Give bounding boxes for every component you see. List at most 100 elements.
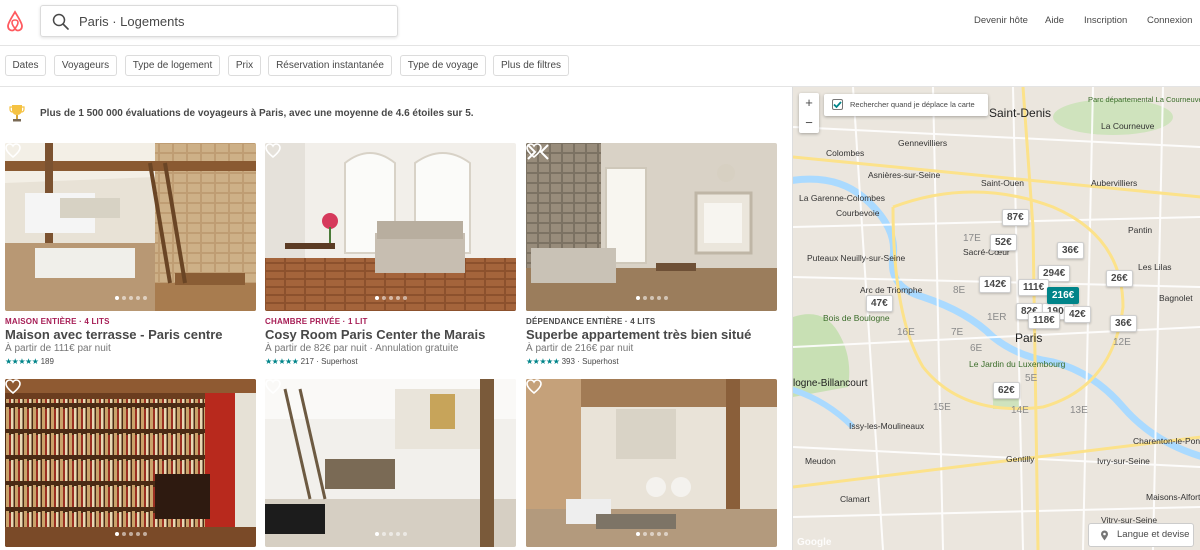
search-bar[interactable]: Paris · Logements <box>40 5 398 37</box>
price-pin[interactable]: 36€ <box>1110 315 1137 332</box>
arrondissement-label: 16E <box>897 327 915 338</box>
filter-dates[interactable]: Dates <box>5 55 46 76</box>
arrondissement-label: 1ER <box>987 312 1007 323</box>
listing-card[interactable]: CHAMBRE PRIVÉE · 1 LIT Cosy Room Paris C… <box>265 143 516 368</box>
zoom-out-button[interactable]: − <box>799 113 819 133</box>
listing-type: DÉPENDANCE ENTIÈRE · 4 LITS <box>526 317 656 326</box>
map-label: Pantin <box>1128 225 1153 235</box>
listing-card[interactable]: DÉPENDANCE ENTIÈRE · 4 LITS Superbe appa… <box>526 143 777 368</box>
price-pin-selected[interactable]: 216€ <box>1047 287 1080 304</box>
map-label: Gentilly <box>1006 454 1035 464</box>
listing-photo[interactable] <box>265 143 516 311</box>
superhost-badge: · Superhost <box>577 357 619 366</box>
listing-photo[interactable] <box>526 143 777 311</box>
photo-carousel-dots[interactable] <box>526 287 777 305</box>
map-label: La Courneuve <box>1101 121 1155 131</box>
listing-price: À partir de 216€ par nuit <box>526 343 634 354</box>
listing-photo[interactable] <box>5 143 256 311</box>
map-label: Saint-Denis <box>989 106 1052 120</box>
price-pin[interactable]: 26€ <box>1106 270 1133 287</box>
arrondissement-label: 7E <box>951 327 964 338</box>
language-currency-label: Langue et devise <box>1117 529 1190 540</box>
price-pin[interactable]: 87€ <box>1002 209 1029 226</box>
map-label: Parc départemental La Courneuve Valbon <box>1088 95 1200 104</box>
map-label: Colombes <box>826 148 865 158</box>
listing-card[interactable] <box>265 379 516 547</box>
listing-photo[interactable] <box>265 379 516 547</box>
arrondissement-label: 14E <box>1011 405 1029 416</box>
listing-rating: ★★★★★ 189 <box>5 357 54 366</box>
nav-signup[interactable]: Inscription <box>1084 15 1127 26</box>
price-pin[interactable]: 36€ <box>1057 242 1084 259</box>
listing-title[interactable]: Superbe appartement très bien situé <box>526 327 751 342</box>
heart-icon[interactable] <box>265 379 281 394</box>
filter-instant-book[interactable]: Réservation instantanée <box>268 55 392 76</box>
listing-card[interactable] <box>526 379 777 547</box>
photo-carousel-dots[interactable] <box>265 287 516 305</box>
map-label: Ivry-sur-Seine <box>1097 456 1150 466</box>
arrondissement-label: 15E <box>933 402 951 413</box>
nav-help[interactable]: Aide <box>1045 15 1064 26</box>
listing-photo[interactable] <box>526 379 777 547</box>
listing-price: À partir de 111€ par nuit <box>5 343 111 354</box>
map-label: Meudon <box>805 456 836 466</box>
filter-home-type[interactable]: Type de logement <box>125 55 220 76</box>
map-label: Bois de Boulogne <box>823 313 890 323</box>
heart-icon[interactable] <box>265 143 281 158</box>
listing-card[interactable] <box>5 379 256 547</box>
checkmark-icon <box>833 101 842 109</box>
filter-more[interactable]: Plus de filtres <box>493 55 569 76</box>
superhost-badge: · Superhost <box>316 357 358 366</box>
nav-become-host[interactable]: Devenir hôte <box>974 15 1028 26</box>
heart-icon[interactable] <box>526 379 542 394</box>
price-pin[interactable]: 62€ <box>993 382 1020 399</box>
review-count: 393 <box>561 357 575 366</box>
star-rating-icon: ★★★★★ <box>265 357 299 366</box>
map-label: Maisons-Alfort <box>1146 492 1200 502</box>
checkbox[interactable] <box>832 99 843 110</box>
price-pin[interactable]: 142€ <box>979 276 1012 293</box>
photo-carousel-dots[interactable] <box>5 287 256 305</box>
price-pin[interactable]: 47€ <box>866 295 893 312</box>
price-pin[interactable]: 111€ <box>1018 279 1050 296</box>
price-pin[interactable]: 52€ <box>990 234 1017 251</box>
photo-carousel-dots[interactable] <box>526 523 777 541</box>
heart-icon[interactable] <box>526 143 542 158</box>
map-label: Saint-Ouen <box>981 178 1024 188</box>
filter-bar: Dates Voyageurs Type de logement Prix Ré… <box>0 46 1200 87</box>
listing-title[interactable]: Cosy Room Paris Center the Marais <box>265 327 485 342</box>
map-panel[interactable]: + − Rechercher quand je déplace la carte… <box>792 87 1200 550</box>
zoom-in-button[interactable]: + <box>799 93 819 113</box>
listing-card[interactable]: MAISON ENTIÈRE · 4 LITS Maison avec terr… <box>5 143 256 368</box>
heart-icon[interactable] <box>5 379 21 394</box>
nav-login[interactable]: Connexion <box>1147 15 1192 26</box>
map-label: logne-Billancourt <box>793 378 868 389</box>
heart-icon[interactable] <box>5 143 21 158</box>
listing-photo[interactable] <box>5 379 256 547</box>
reviews-banner: Plus de 1 500 000 évaluations de voyageu… <box>40 108 474 119</box>
search-input[interactable]: Paris · Logements <box>79 14 185 29</box>
listing-title[interactable]: Maison avec terrasse - Paris centre <box>5 327 223 342</box>
search-as-map-moves[interactable]: Rechercher quand je déplace la carte <box>824 94 988 116</box>
filter-guests[interactable]: Voyageurs <box>54 55 117 76</box>
filter-trip-type[interactable]: Type de voyage <box>400 55 486 76</box>
star-rating-icon: ★★★★★ <box>5 357 39 366</box>
filter-price[interactable]: Prix <box>228 55 261 76</box>
photo-carousel-dots[interactable] <box>5 523 256 541</box>
map-zoom-control: + − <box>799 93 819 133</box>
map-label: Gennevilliers <box>898 138 948 148</box>
language-currency-button[interactable]: Langue et devise <box>1088 523 1194 547</box>
arrondissement-label: 8E <box>953 285 966 296</box>
price-pin[interactable]: 118€ <box>1028 312 1060 329</box>
listing-rating: ★★★★★ 217 · Superhost <box>265 357 358 366</box>
review-count: 189 <box>40 357 54 366</box>
airbnb-logo-icon[interactable] <box>6 10 24 32</box>
photo-carousel-dots[interactable] <box>265 523 516 541</box>
map-label: Paris <box>1015 331 1043 345</box>
top-header: Paris · Logements Devenir hôte Aide Insc… <box>0 0 1200 46</box>
listing-price: À partir de 82€ par nuit · Annulation gr… <box>265 343 459 354</box>
price-pin[interactable]: 42€ <box>1064 306 1091 323</box>
map-label: Clamart <box>840 494 870 504</box>
arrondissement-label: 12E <box>1113 337 1131 348</box>
arrondissement-label: 17E <box>963 233 981 244</box>
